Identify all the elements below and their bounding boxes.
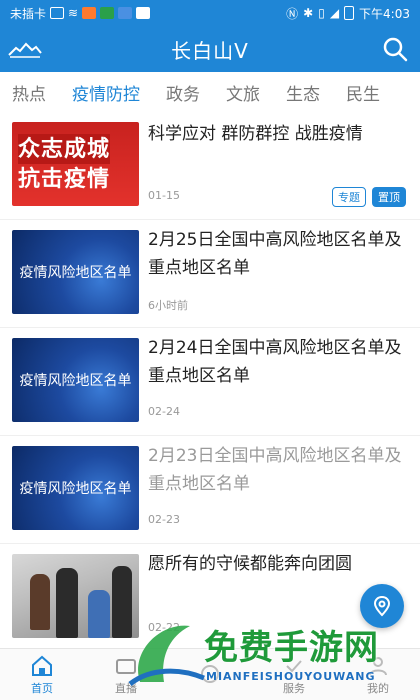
thumbnail-image: 众志成城 抗击疫情 xyxy=(12,122,139,206)
list-item[interactable]: 众志成城 抗击疫情 科学应对 群防群控 战胜疫情 01-15 专题 置顶 xyxy=(0,112,420,220)
sim-icon xyxy=(50,7,65,19)
tv-icon xyxy=(116,658,136,674)
list-item[interactable]: 愿所有的守候都能奔向团圆 02-22 xyxy=(0,544,420,652)
bluetooth-icon: ✱ xyxy=(303,6,314,20)
photo-figure xyxy=(112,566,132,638)
nav-service-label: 服务 xyxy=(283,681,305,695)
battery-icon xyxy=(344,6,355,20)
wifi-icon: ≋ xyxy=(68,6,79,20)
list-item[interactable]: 疫情风险地区名单 2月24日全国中高风险地区名单及重点地区名单 02-24 xyxy=(0,328,420,436)
tab-hot[interactable]: 热点 xyxy=(12,80,46,105)
app-title: 长白山V xyxy=(171,38,249,63)
carrier-label: 未插卡 xyxy=(10,6,47,21)
status-left: 未插卡 ≋ xyxy=(10,5,151,22)
article-title: 2月23日全国中高风险地区名单及重点地区名单 xyxy=(148,446,402,494)
chat-notification-icon xyxy=(100,7,115,19)
tab-culture-tourism[interactable]: 文旅 xyxy=(226,80,260,105)
tab-epidemic-control[interactable]: 疫情防控 xyxy=(72,80,140,105)
list-item[interactable]: 疫情风险地区名单 2月25日全国中高风险地区名单及重点地区名单 6小时前 xyxy=(0,220,420,328)
photo-figure xyxy=(30,574,50,630)
clock: 下午4:03 xyxy=(359,6,410,21)
location-fab[interactable] xyxy=(360,584,404,628)
vibrate-icon: ▯ xyxy=(318,6,325,20)
location-pin-icon xyxy=(373,595,391,617)
service-icon xyxy=(286,659,302,672)
home-icon xyxy=(32,655,52,676)
nav-service[interactable]: 服务 xyxy=(252,649,336,700)
list-item[interactable]: 疫情风险地区名单 2月23日全国中高风险地区名单及重点地区名单 02-23 xyxy=(0,436,420,544)
article-time: 01-15 xyxy=(148,189,180,202)
article-time: 02-23 xyxy=(148,513,180,526)
thumbnail-image: 疫情风险地区名单 xyxy=(12,446,139,530)
article-title: 2月25日全国中高风险地区名单及重点地区名单 xyxy=(148,230,402,278)
photo-figure xyxy=(88,590,110,638)
nav-home-label: 首页 xyxy=(31,681,53,695)
signal-icon: ◢ xyxy=(329,6,340,20)
tab-ecology[interactable]: 生态 xyxy=(286,80,320,105)
app-notification-icon xyxy=(82,7,97,19)
app-logo-icon xyxy=(8,42,42,58)
thumbnail-text: 疫情风险地区名单 xyxy=(19,265,132,281)
app-header: 长白山V xyxy=(0,26,420,72)
thumbnail-image: 疫情风险地区名单 xyxy=(12,338,139,422)
article-time: 6小时前 xyxy=(148,299,188,312)
nfc-icon: Ⓝ xyxy=(286,6,299,21)
nav-live-label: 直播 xyxy=(115,681,137,695)
search-icon[interactable] xyxy=(382,36,408,62)
thumbnail-text: 抗击疫情 xyxy=(18,166,111,192)
article-time: 02-24 xyxy=(148,405,180,418)
thumbnail-image: 疫情风险地区名单 xyxy=(12,230,139,314)
news-notification-icon xyxy=(118,7,133,19)
article-time: 02-22 xyxy=(148,621,180,634)
thumbnail-text: 疫情风险地区名单 xyxy=(19,481,132,497)
nav-center[interactable] xyxy=(168,649,252,700)
nav-home[interactable]: 首页 xyxy=(0,649,84,700)
badges: 专题 置顶 xyxy=(332,187,406,207)
tab-government[interactable]: 政务 xyxy=(166,80,200,105)
center-nav-icon xyxy=(201,664,219,683)
article-title: 愿所有的守候都能奔向团圆 xyxy=(148,554,352,574)
bottom-nav: 首页 直播 服务 我的 xyxy=(0,648,420,700)
tab-livelihood[interactable]: 民生 xyxy=(346,80,380,105)
article-title: 2月24日全国中高风险地区名单及重点地区名单 xyxy=(148,338,402,386)
user-icon xyxy=(369,656,387,675)
misc-notification-icon xyxy=(136,7,151,19)
article-title: 科学应对 群防群控 战胜疫情 xyxy=(148,124,363,144)
nav-live[interactable]: 直播 xyxy=(84,649,168,700)
category-tabs: 热点 疫情防控 政务 文旅 生态 民生 xyxy=(0,72,420,112)
thumbnail-text: 众志成城 xyxy=(18,134,111,164)
nav-mine[interactable]: 我的 xyxy=(336,649,420,700)
nav-mine-label: 我的 xyxy=(367,681,389,695)
status-bar: 未插卡 ≋ Ⓝ ✱ ▯ ◢ 下午4:03 xyxy=(0,0,420,26)
pinned-badge: 置顶 xyxy=(372,187,406,207)
topic-badge: 专题 xyxy=(332,187,366,207)
photo-figure xyxy=(56,568,78,638)
status-right: Ⓝ ✱ ▯ ◢ 下午4:03 xyxy=(286,5,410,22)
thumbnail-photo xyxy=(12,554,139,638)
thumbnail-text: 疫情风险地区名单 xyxy=(19,373,132,389)
